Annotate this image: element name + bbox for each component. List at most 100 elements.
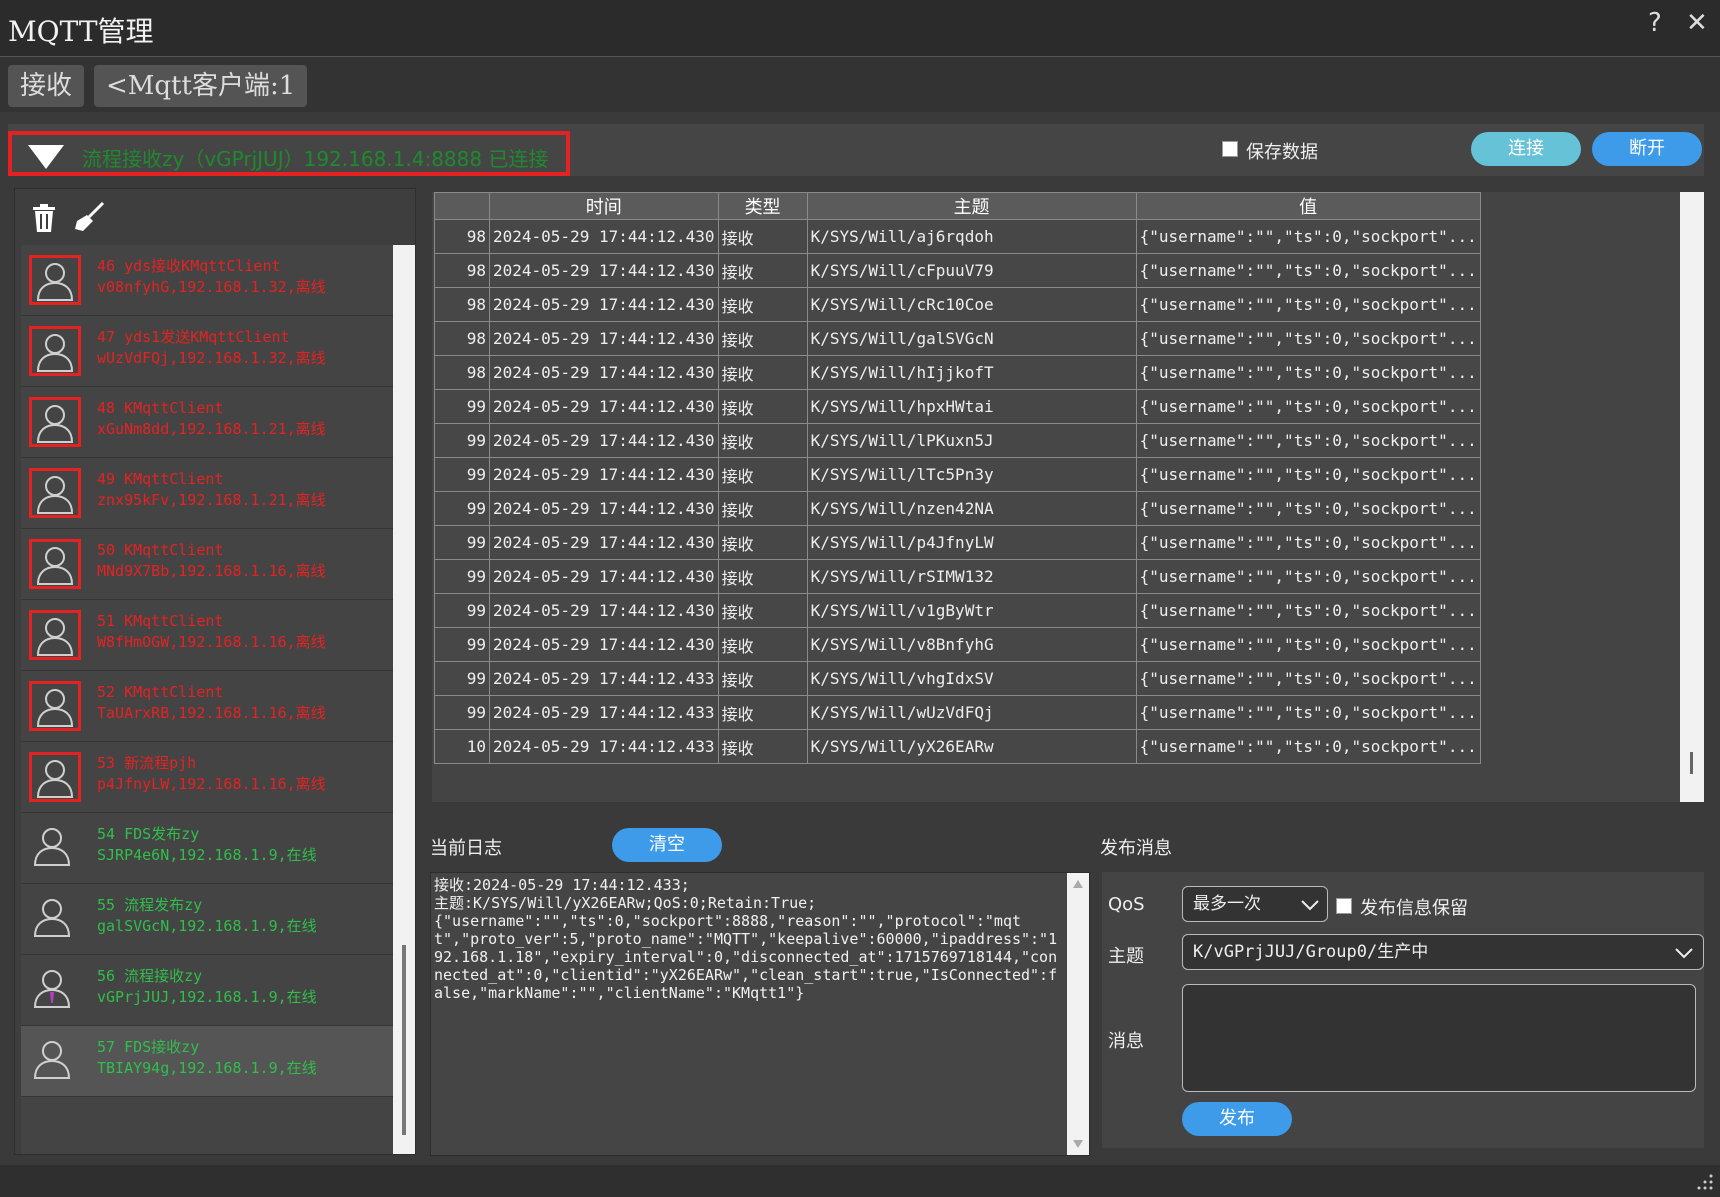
col-header-topic[interactable]: 主题 xyxy=(806,192,1137,220)
client-name: 53 新流程pjh xyxy=(97,754,197,772)
cell-topic: K/SYS/Will/vhgIdxSV xyxy=(806,661,1137,696)
client-item[interactable]: 46 yds接收KMqttClient v08nfyhG,192.168.1.32… xyxy=(21,245,395,316)
client-label: 50 KMqttClient MNd9X7Bb,192.168.1.16,离线 xyxy=(97,540,326,582)
table-body: 98 2024-05-29 17:44:12.430 接收 K/SYS/Will/aj… xyxy=(434,219,1481,764)
log-scrollbar[interactable] xyxy=(1067,873,1089,1155)
table-row[interactable]: 99 2024-05-29 17:44:12.430 接收 K/SYS/Will/nz… xyxy=(434,491,1481,526)
table-row[interactable]: 99 2024-05-29 17:44:12.430 接收 K/SYS/Will/hp… xyxy=(434,389,1481,424)
table-row[interactable]: 10 2024-05-29 17:44:12.433 接收 K/SYS/Will/yX… xyxy=(434,729,1481,764)
retain-label: 发布信息保留 xyxy=(1360,898,1468,919)
client-toolbar xyxy=(15,189,415,245)
client-list-scrollbar[interactable] xyxy=(393,245,415,1154)
table-row[interactable]: 99 2024-05-29 17:44:12.430 接收 K/SYS/Will/v1… xyxy=(434,593,1481,628)
resize-grip-icon[interactable] xyxy=(1696,1173,1714,1191)
table-row[interactable]: 98 2024-05-29 17:44:12.430 接收 K/SYS/Will/aj… xyxy=(434,219,1481,254)
col-header-type[interactable]: 类型 xyxy=(717,192,808,220)
tab-mqtt-client[interactable]: <Mqtt客户端:1 xyxy=(94,65,308,107)
table-row[interactable]: 99 2024-05-29 17:44:12.433 接收 K/SYS/Will/wU… xyxy=(434,695,1481,730)
message-input[interactable] xyxy=(1182,984,1696,1092)
save-data-checkbox[interactable] xyxy=(1222,141,1238,157)
table-row[interactable]: 98 2024-05-29 17:44:12.430 接收 K/SYS/Will/hI… xyxy=(434,355,1481,390)
cell-value: {"username":"","ts":0,"sockport"... xyxy=(1135,729,1481,764)
cell-time: 2024-05-29 17:44:12.430 xyxy=(489,525,719,560)
client-item[interactable]: 56 流程接收zy vGPrjJUJ,192.168.1.9,在线 xyxy=(21,955,395,1026)
table-row[interactable]: 99 2024-05-29 17:44:12.430 接收 K/SYS/Will/lT… xyxy=(434,457,1481,492)
qos-label: QoS xyxy=(1108,894,1145,915)
scroll-thumb[interactable] xyxy=(402,945,406,1135)
client-list[interactable]: 46 yds接收KMqttClient v08nfyhG,192.168.1.32… xyxy=(21,245,395,1154)
client-item[interactable]: 52 KMqttClient TaUArxRB,192.168.1.16,离线 xyxy=(21,671,395,742)
table-scrollbar[interactable] xyxy=(1680,192,1704,802)
client-label: 46 yds接收KMqttClient v08nfyhG,192.168.1.32… xyxy=(97,256,326,298)
disconnect-button[interactable]: 断开 xyxy=(1592,132,1702,166)
cell-value: {"username":"","ts":0,"sockport"... xyxy=(1135,695,1481,730)
cell-time: 2024-05-29 17:44:12.430 xyxy=(489,593,719,628)
cell-value: {"username":"","ts":0,"sockport"... xyxy=(1135,559,1481,594)
client-label: 55 流程发布zy galSVGcN,192.168.1.9,在线 xyxy=(97,895,317,937)
topic-select[interactable]: K/vGPrjJUJ/Group0/生产中 xyxy=(1182,934,1704,970)
user-icon xyxy=(33,828,71,866)
cell-index: 99 xyxy=(434,593,490,628)
client-item[interactable]: 55 流程发布zy galSVGcN,192.168.1.9,在线 xyxy=(21,884,395,955)
client-label: 57 FDS接收zy TBIAY94g,192.168.1.9,在线 xyxy=(97,1037,317,1079)
publish-panel: QoS 最多一次 发布信息保留 主题 K/vGPrjJUJ/Group0/生产中… xyxy=(1102,872,1704,1148)
retain-checkbox[interactable] xyxy=(1336,898,1352,914)
table-row[interactable]: 99 2024-05-29 17:44:12.433 接收 K/SYS/Will/vh… xyxy=(434,661,1481,696)
table-row[interactable]: 99 2024-05-29 17:44:12.430 接收 K/SYS/Will/p4… xyxy=(434,525,1481,560)
client-item[interactable]: 51 KMqttClient W8fHmOGW,192.168.1.16,离线 xyxy=(21,600,395,671)
client-name: 50 KMqttClient xyxy=(97,541,224,559)
client-item[interactable]: 49 KMqttClient znx95kFv,192.168.1.21,离线 xyxy=(21,458,395,529)
client-item[interactable]: 57 FDS接收zy TBIAY94g,192.168.1.9,在线 xyxy=(21,1026,395,1097)
log-box[interactable]: 接收:2024-05-29 17:44:12.433; 主题:K/SYS/Wil… xyxy=(430,872,1090,1156)
col-header-value[interactable]: 值 xyxy=(1135,192,1481,220)
client-info: p4JfnyLW,192.168.1.16,离线 xyxy=(97,775,326,793)
client-item[interactable]: 50 KMqttClient MNd9X7Bb,192.168.1.16,离线 xyxy=(21,529,395,600)
client-item[interactable]: 47 yds1发送KMqttClient wUzVdFQj,192.168.1.3… xyxy=(21,316,395,387)
cell-index: 99 xyxy=(434,559,490,594)
scroll-down-icon[interactable] xyxy=(1072,1139,1084,1149)
cell-index: 99 xyxy=(434,491,490,526)
client-label: 51 KMqttClient W8fHmOGW,192.168.1.16,离线 xyxy=(97,611,326,653)
client-name: 55 流程发布zy xyxy=(97,896,203,914)
col-header-index[interactable] xyxy=(434,192,490,220)
cell-topic: K/SYS/Will/hpxHWtai xyxy=(806,389,1137,424)
col-header-time[interactable]: 时间 xyxy=(489,192,719,220)
cell-topic: K/SYS/Will/v1gByWtr xyxy=(806,593,1137,628)
connection-highlight[interactable]: 流程接收zy（vGPrjJUJ）192.168.1.4:8888 已连接 xyxy=(8,131,570,176)
tab-receive[interactable]: 接收 xyxy=(8,65,85,107)
cell-type: 接收 xyxy=(717,661,808,696)
help-button[interactable]: ? xyxy=(1648,8,1662,38)
client-item[interactable]: 54 FDS发布zy SJRP4e6N,192.168.1.9,在线 xyxy=(21,813,395,884)
window-title: MQTT管理 xyxy=(8,15,154,48)
avatar xyxy=(29,255,81,305)
qos-value: 最多一次 xyxy=(1193,894,1261,914)
table-row[interactable]: 99 2024-05-29 17:44:12.430 接收 K/SYS/Will/lP… xyxy=(434,423,1481,458)
clear-log-button[interactable]: 清空 xyxy=(612,828,722,862)
connect-button[interactable]: 连接 xyxy=(1471,132,1581,166)
table-row[interactable]: 99 2024-05-29 17:44:12.430 接收 K/SYS/Will/v8… xyxy=(434,627,1481,662)
avatar xyxy=(29,965,81,1015)
table-row[interactable]: 98 2024-05-29 17:44:12.430 接收 K/SYS/Will/cR… xyxy=(434,287,1481,322)
client-item[interactable]: 53 新流程pjh p4JfnyLW,192.168.1.16,离线 xyxy=(21,742,395,813)
broom-icon[interactable] xyxy=(73,201,105,233)
table-row[interactable]: 99 2024-05-29 17:44:12.430 接收 K/SYS/Will/rS… xyxy=(434,559,1481,594)
cell-topic: K/SYS/Will/wUzVdFQj xyxy=(806,695,1137,730)
table-row[interactable]: 98 2024-05-29 17:44:12.430 接收 K/SYS/Will/cF… xyxy=(434,253,1481,288)
topic-value: K/vGPrjJUJ/Group0/生产中 xyxy=(1193,942,1429,962)
cell-value: {"username":"","ts":0,"sockport"... xyxy=(1135,355,1481,390)
chevron-down-icon xyxy=(1675,948,1693,959)
qos-select[interactable]: 最多一次 xyxy=(1182,886,1328,922)
connection-status: 流程接收zy（vGPrjJUJ）192.168.1.4:8888 已连接 xyxy=(82,147,549,171)
collapse-triangle-icon[interactable] xyxy=(28,145,64,169)
scroll-up-icon[interactable] xyxy=(1072,879,1084,889)
trash-icon[interactable] xyxy=(31,203,57,233)
table-row[interactable]: 98 2024-05-29 17:44:12.430 接收 K/SYS/Will/ga… xyxy=(434,321,1481,356)
client-name: 52 KMqttClient xyxy=(97,683,224,701)
status-bar xyxy=(0,1165,1720,1197)
close-button[interactable]: ✕ xyxy=(1686,8,1708,38)
client-info: SJRP4e6N,192.168.1.9,在线 xyxy=(97,846,317,864)
table-scroll-thumb[interactable] xyxy=(1690,752,1693,774)
publish-button[interactable]: 发布 xyxy=(1182,1102,1292,1136)
client-item[interactable]: 48 KMqttClient xGuNm8dd,192.168.1.21,离线 xyxy=(21,387,395,458)
client-info: v08nfyhG,192.168.1.32,离线 xyxy=(97,278,326,296)
